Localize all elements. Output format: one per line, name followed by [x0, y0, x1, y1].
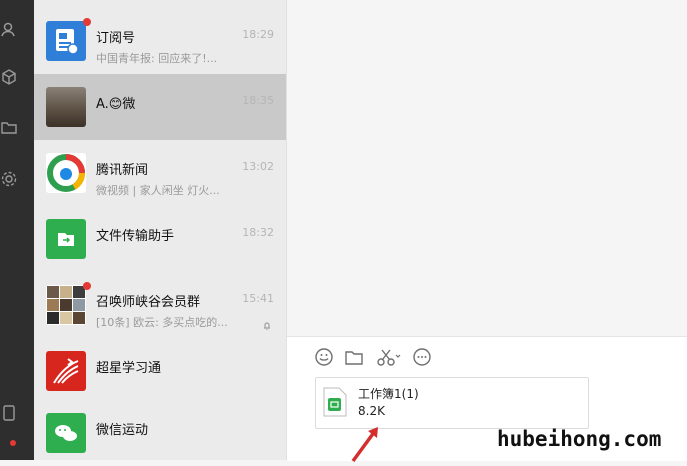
file-transfer-avatar [46, 219, 86, 259]
conversation-name: 超星学习通 [96, 361, 162, 376]
contact-avatar [46, 87, 86, 127]
scissors-icon[interactable] [375, 346, 403, 368]
conversation-name: 订阅号 [96, 31, 136, 46]
conversation-preview: 中国青年报: 回应来了!... [96, 52, 218, 65]
conversation-name: A.😊微 [96, 97, 136, 112]
gear-icon[interactable] [0, 170, 18, 188]
wechat-sport-avatar [46, 413, 86, 453]
conversation-preview: [10条] 欧云: 多买点吃的... [96, 316, 228, 329]
conversation-item[interactable]: 订阅号 中国青年报: 回应来了!... 18:29 [34, 8, 286, 74]
conversation-item[interactable]: 召唤师峡谷会员群 [10条] 欧云: 多买点吃的... 15:41 [34, 272, 286, 338]
conversation-list: 订阅号 中国青年报: 回应来了!... 18:29 A.😊微 18:35 腾讯新… [34, 0, 287, 460]
emoji-icon[interactable] [313, 346, 335, 368]
folder-icon[interactable] [0, 118, 18, 136]
conversation-name: 文件传输助手 [96, 229, 175, 244]
conversation-time: 15:41 [242, 292, 274, 305]
group-avatar [46, 285, 86, 325]
tencent-news-avatar [46, 153, 86, 193]
excel-file-icon [322, 387, 348, 417]
conversation-name: 微信运动 [96, 423, 149, 438]
chaoxing-avatar [46, 351, 86, 391]
notification-dot [10, 440, 16, 446]
conversation-item[interactable]: 微信运动 [34, 400, 286, 466]
people-icon[interactable] [0, 20, 18, 38]
conversation-item[interactable]: A.😊微 18:35 [34, 74, 286, 140]
unread-badge [83, 18, 91, 26]
conversation-name: 腾讯新闻 [96, 163, 149, 178]
cube-icon[interactable] [0, 68, 18, 86]
conversation-item[interactable]: 文件传输助手 18:32 [34, 206, 286, 272]
watermark: hubeihong.com [497, 427, 662, 451]
conversation-item[interactable]: 腾讯新闻 微视频 | 家人闲坐 灯火... 13:02 [34, 140, 286, 206]
folder-icon[interactable] [343, 346, 365, 368]
mute-icon [262, 316, 272, 331]
phone-icon[interactable] [0, 404, 18, 422]
conversation-time: 18:35 [242, 94, 274, 107]
unread-badge [83, 282, 91, 290]
conversation-time: 13:02 [242, 160, 274, 173]
subscription-avatar [46, 21, 86, 61]
conversation-item[interactable]: 超星学习通 [34, 338, 286, 404]
file-attachment-card[interactable]: 工作簿1(1) 8.2K [315, 377, 589, 429]
file-name: 工作簿1(1) [358, 387, 419, 401]
red-arrow-annotation [351, 427, 378, 463]
conversation-preview: 微视频 | 家人闲坐 灯火... [96, 184, 220, 197]
chat-bubble-icon[interactable] [411, 346, 433, 368]
conversation-time: 18:32 [242, 226, 274, 239]
conversation-name: 召唤师峡谷会员群 [96, 295, 201, 310]
conversation-time: 18:29 [242, 28, 274, 41]
chat-panel: 工作簿1(1) 8.2K [287, 0, 687, 463]
left-rail [0, 0, 34, 460]
file-size: 8.2K [358, 404, 385, 418]
